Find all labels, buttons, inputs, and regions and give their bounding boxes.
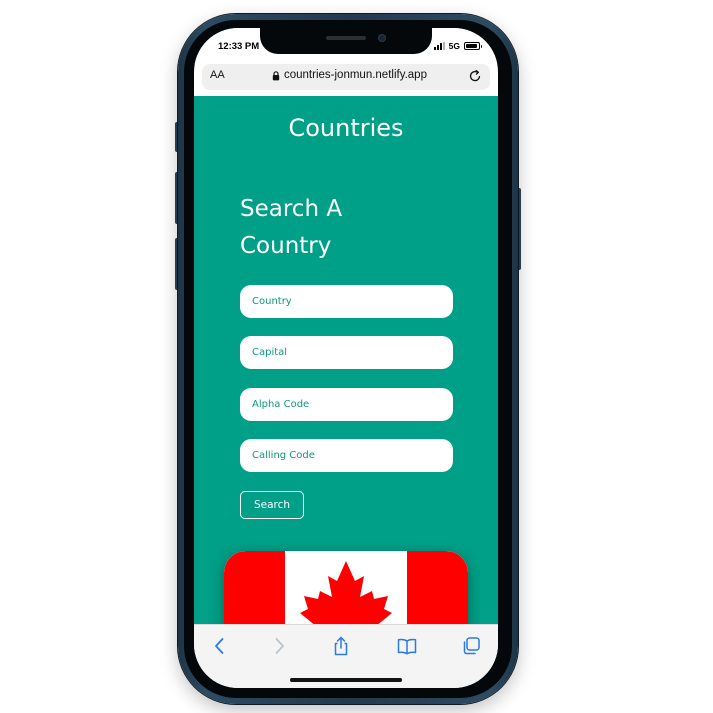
country-input[interactable] bbox=[240, 285, 453, 318]
phone-mockup: 12:33 PM 5G AA countries-jonmun.netlify.… bbox=[0, 0, 713, 713]
country-result-card[interactable] bbox=[224, 551, 468, 624]
calling-code-input[interactable] bbox=[240, 439, 453, 472]
share-icon[interactable] bbox=[330, 635, 352, 657]
url-text[interactable]: countries-jonmun.netlify.app bbox=[284, 69, 427, 81]
flag-left-band bbox=[224, 551, 285, 624]
home-indicator bbox=[290, 678, 402, 682]
network-label: 5G bbox=[448, 41, 460, 51]
search-button[interactable]: Search bbox=[240, 491, 304, 519]
status-time: 12:33 PM bbox=[218, 41, 260, 52]
canada-flag bbox=[224, 551, 468, 624]
web-content: Countries Search A Country Search bbox=[194, 96, 498, 624]
tabs-icon[interactable] bbox=[460, 635, 482, 657]
battery-icon bbox=[464, 42, 482, 50]
status-bar: 12:33 PM 5G bbox=[194, 28, 498, 64]
front-camera bbox=[378, 34, 386, 42]
flag-right-band bbox=[407, 551, 468, 624]
status-indicators: 5G bbox=[433, 41, 482, 51]
notch bbox=[260, 28, 432, 54]
reload-icon[interactable] bbox=[468, 69, 482, 83]
phone-screen: 12:33 PM 5G AA countries-jonmun.netlify.… bbox=[194, 28, 498, 688]
speaker-grille bbox=[326, 36, 366, 40]
chevron-left-icon[interactable] bbox=[209, 635, 231, 657]
book-icon[interactable] bbox=[396, 635, 418, 657]
signal-icon bbox=[433, 42, 445, 50]
capital-input[interactable] bbox=[240, 336, 453, 369]
alpha-code-input[interactable] bbox=[240, 388, 453, 421]
search-heading: Search A Country bbox=[240, 196, 343, 259]
chevron-right-icon[interactable] bbox=[268, 635, 290, 657]
page-title: Countries bbox=[288, 114, 404, 142]
lock-icon bbox=[272, 71, 280, 81]
reader-view-button[interactable]: AA bbox=[210, 69, 225, 81]
address-bar[interactable]: AA countries-jonmun.netlify.app bbox=[202, 64, 490, 90]
